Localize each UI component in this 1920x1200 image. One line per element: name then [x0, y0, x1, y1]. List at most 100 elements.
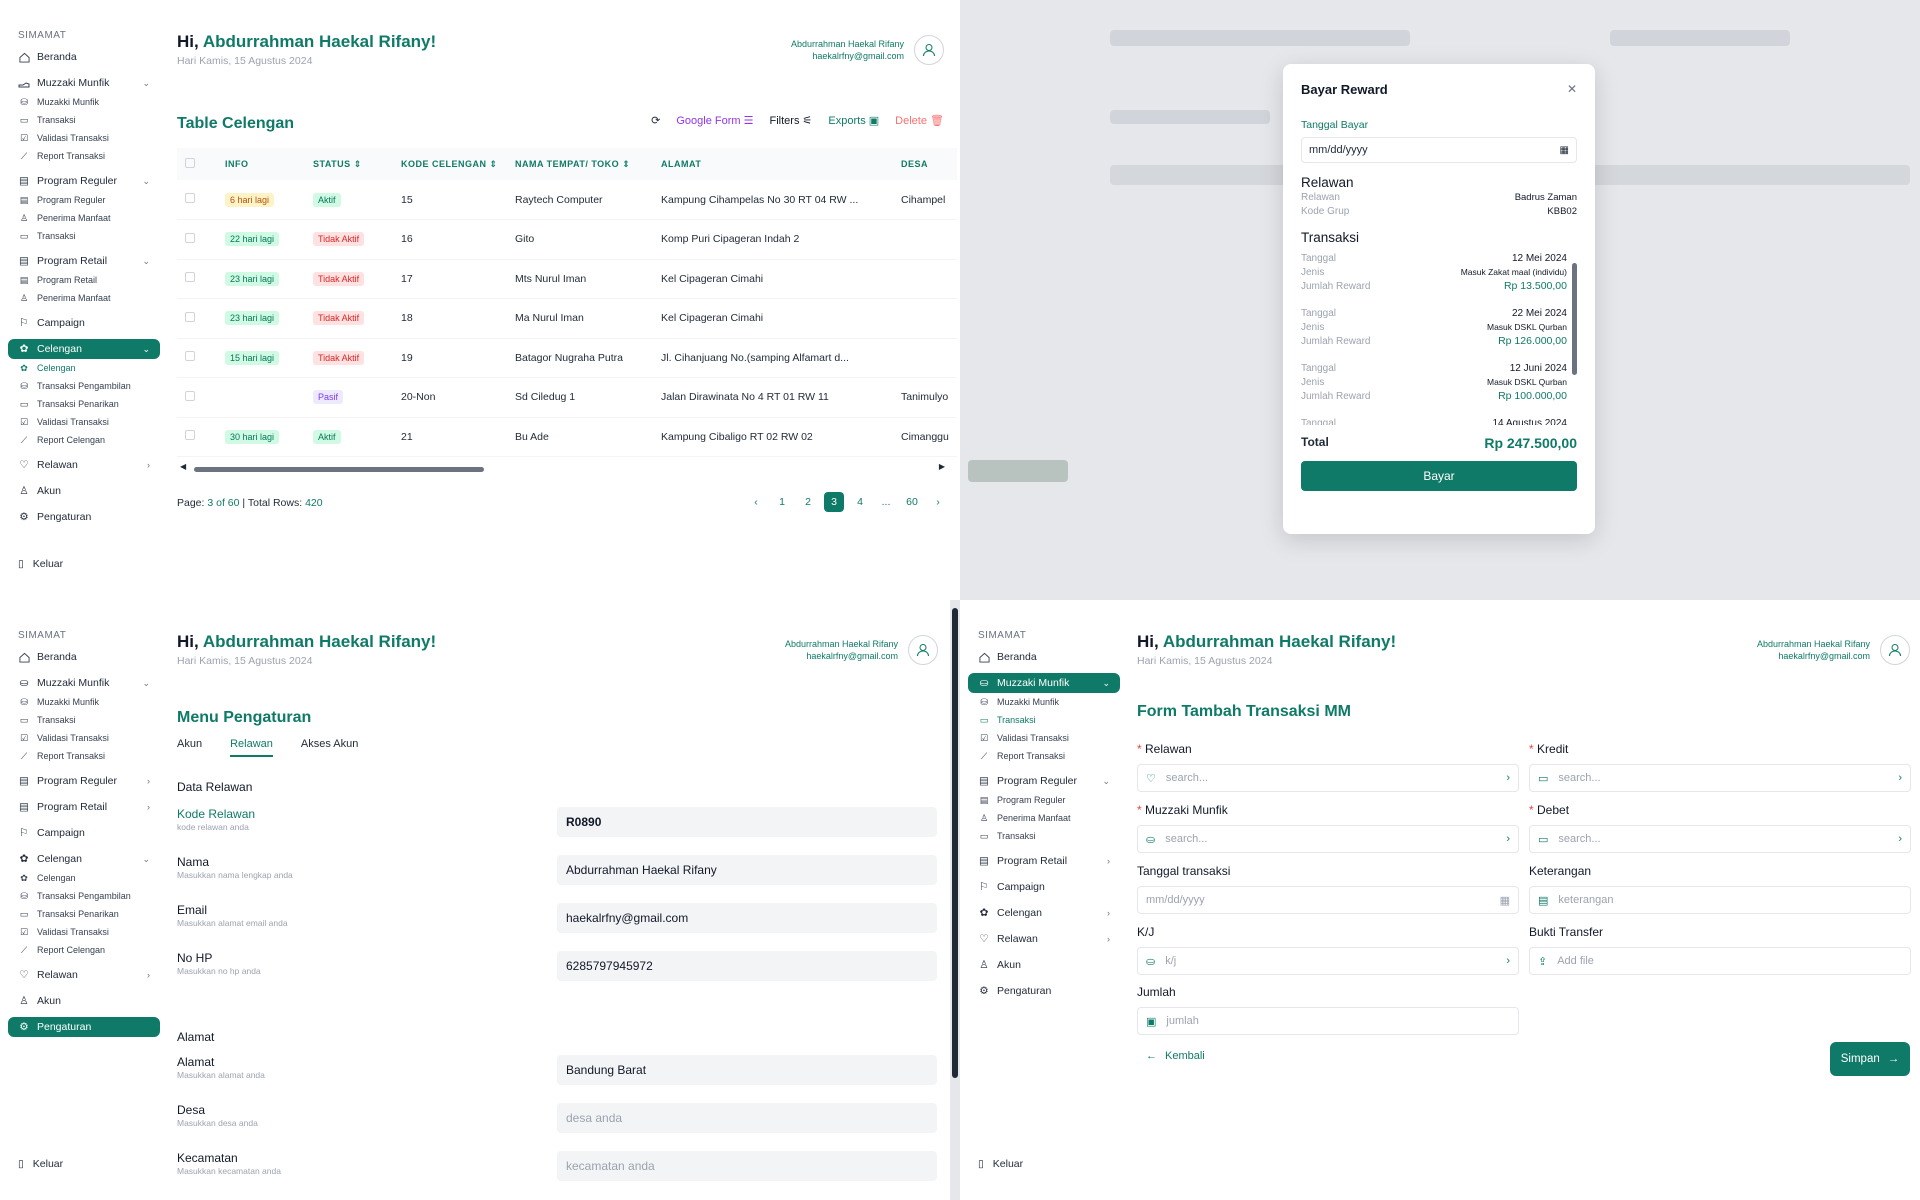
- sidebar-item-reguler[interactable]: ▤ Program Reguler ⌄: [8, 171, 160, 191]
- sidebar-sub-item[interactable]: ⟋ Report Transaksi: [8, 747, 160, 765]
- sidebar-item-campaign[interactable]: ⚐ Campaign: [8, 823, 160, 843]
- jumlah-input[interactable]: ▣ jumlah: [1137, 1007, 1519, 1035]
- tab-relawan[interactable]: Relawan: [230, 738, 273, 757]
- sidebar-item-muzzaki[interactable]: Muzzaki Munfik ⌄: [8, 73, 160, 93]
- vertical-scrollbar[interactable]: [1572, 251, 1577, 425]
- table-row[interactable]: 30 hari lagi Aktif 21 Bu Ade Kampung Cib…: [177, 417, 957, 457]
- sidebar-item-reguler[interactable]: ▤ Program Reguler ⌄: [968, 771, 1120, 791]
- next-page-icon[interactable]: ›: [928, 492, 948, 512]
- sidebar-sub-item[interactable]: ☑ Validasi Transaksi: [8, 729, 160, 747]
- sidebar-sub-item[interactable]: ⛁ Transaksi Pengambilan: [8, 377, 160, 395]
- sidebar-sub-item[interactable]: ⛁ Muzakki Munfik: [968, 693, 1120, 711]
- refresh-icon[interactable]: ⟳: [651, 114, 660, 127]
- sidebar-sub-item[interactable]: ☑ Validasi Transaksi: [8, 129, 160, 147]
- table-row[interactable]: 23 hari lagi Tidak Aktif 18 Ma Nurul Ima…: [177, 298, 957, 339]
- alamat-input[interactable]: Bandung Barat: [557, 1055, 937, 1085]
- sidebar-sub-item[interactable]: ♙ Penerima Manfaat: [8, 209, 160, 227]
- vertical-scrollbar[interactable]: [950, 600, 960, 1200]
- avatar[interactable]: [908, 635, 938, 665]
- sidebar-item-beranda[interactable]: Beranda: [8, 647, 160, 667]
- sidebar-sub-item[interactable]: ▭ Transaksi Penarikan: [8, 395, 160, 413]
- table-row[interactable]: 22 hari lagi Tidak Aktif 16 Gito Komp Pu…: [177, 219, 957, 260]
- kj-select[interactable]: ⛀ k/j ›: [1137, 947, 1519, 975]
- page-button[interactable]: 1: [772, 492, 792, 512]
- sidebar-item-relawan[interactable]: ♡ Relawan ›: [8, 965, 160, 985]
- sidebar-sub-item[interactable]: ▭ Transaksi Penarikan: [8, 905, 160, 923]
- sidebar-item-akun[interactable]: ♙ Akun: [8, 991, 160, 1011]
- tanggal-input[interactable]: mm/dd/yyyy ▦: [1137, 886, 1519, 914]
- file-upload[interactable]: ⇪ Add file: [1529, 947, 1911, 975]
- row-checkbox[interactable]: [185, 272, 195, 283]
- sidebar-sub-item[interactable]: ☑ Validasi Transaksi: [968, 729, 1120, 747]
- sidebar-sub-item[interactable]: ☑ Validasi Transaksi: [8, 413, 160, 431]
- sidebar-sub-item[interactable]: ▭ Transaksi: [8, 227, 160, 245]
- sidebar-sub-item[interactable]: ▤ Program Retail: [8, 271, 160, 289]
- row-checkbox[interactable]: [185, 311, 195, 322]
- relawan-select[interactable]: ♡ search... ›: [1137, 764, 1519, 792]
- sidebar-sub-item[interactable]: ♙ Penerima Manfaat: [968, 809, 1120, 827]
- keterangan-input[interactable]: ▤ keterangan: [1529, 886, 1911, 914]
- sidebar-sub-item[interactable]: ⟋ Report Celengan: [8, 941, 160, 959]
- sidebar-item-reguler[interactable]: ▤ Program Reguler ›: [8, 771, 160, 791]
- desa-input[interactable]: desa anda: [557, 1103, 937, 1133]
- row-checkbox[interactable]: [185, 351, 195, 362]
- sidebar-sub-item[interactable]: ⛁ Transaksi Pengambilan: [8, 887, 160, 905]
- sidebar-sub-item[interactable]: ⟋ Report Celengan: [8, 431, 160, 449]
- sidebar-item-retail[interactable]: ▤ Program Retail ⌄: [8, 251, 160, 271]
- sidebar-item-retail[interactable]: ▤ Program Retail ›: [968, 851, 1120, 871]
- calendar-icon[interactable]: ▦: [1500, 894, 1510, 907]
- filters-button[interactable]: Filters ⚟: [770, 114, 813, 127]
- sidebar-item-beranda[interactable]: Beranda: [8, 47, 160, 67]
- sidebar-item-relawan[interactable]: ♡ Relawan ›: [8, 455, 160, 475]
- sidebar-sub-item[interactable]: ▭ Transaksi: [8, 111, 160, 129]
- sidebar-sub-item[interactable]: ✿ Celengan: [8, 869, 160, 887]
- sidebar-item-akun[interactable]: ♙ Akun: [8, 481, 160, 501]
- save-button[interactable]: Simpan →: [1830, 1042, 1910, 1076]
- scroll-right-icon[interactable]: ▶: [939, 462, 945, 471]
- sidebar-sub-item[interactable]: ▤ Program Reguler: [968, 791, 1120, 809]
- logout-button[interactable]: ▯ Keluar: [18, 1158, 63, 1170]
- sidebar-sub-item[interactable]: ☑ Validasi Transaksi: [8, 923, 160, 941]
- scrollbar-thumb[interactable]: [1572, 263, 1577, 375]
- sidebar-item-campaign[interactable]: ⚐ Campaign: [8, 313, 160, 333]
- exports-button[interactable]: Exports ▣: [828, 114, 879, 127]
- sidebar-item-pengaturan[interactable]: ⚙ Pengaturan: [8, 1017, 160, 1037]
- sidebar-item-relawan[interactable]: ♡ Relawan ›: [968, 929, 1120, 949]
- tab-akun[interactable]: Akun: [177, 738, 202, 757]
- page-button[interactable]: ...: [876, 492, 896, 512]
- tab-akses-akun[interactable]: Akses Akun: [301, 738, 358, 757]
- table-row[interactable]: 23 hari lagi Tidak Aktif 17 Mts Nurul Im…: [177, 259, 957, 299]
- kecamatan-input[interactable]: kecamatan anda: [557, 1151, 937, 1181]
- sidebar-item-akun[interactable]: ♙ Akun: [968, 955, 1120, 975]
- sidebar-item-celengan[interactable]: ✿ Celengan ⌄: [8, 339, 160, 359]
- sidebar-item-pengaturan[interactable]: ⚙ Pengaturan: [968, 981, 1120, 1001]
- sidebar-sub-item[interactable]: ▭ Transaksi: [968, 827, 1120, 845]
- avatar[interactable]: [1880, 635, 1910, 665]
- col-nama[interactable]: NAMA TEMPAT/ TOKO ⇕: [507, 148, 653, 180]
- row-checkbox[interactable]: [185, 193, 195, 203]
- sidebar-sub-item[interactable]: ♙ Penerima Manfaat: [8, 289, 160, 307]
- page-button[interactable]: 3: [824, 492, 844, 512]
- muzzaki-select[interactable]: ⛀ search... ›: [1137, 825, 1519, 853]
- kode-relawan-input[interactable]: R0890: [557, 807, 937, 837]
- bayar-button[interactable]: Bayar: [1301, 461, 1577, 491]
- no-hp-input[interactable]: 6285797945972: [557, 951, 937, 981]
- delete-button[interactable]: Delete 🗑: [895, 114, 944, 127]
- row-checkbox[interactable]: [185, 390, 195, 401]
- sidebar-sub-item[interactable]: ⟋ Report Transaksi: [968, 747, 1120, 765]
- nama-input[interactable]: Abdurrahman Haekal Rifany: [557, 855, 937, 885]
- sidebar-sub-item[interactable]: ⟋ Report Transaksi: [8, 147, 160, 165]
- sidebar-sub-item[interactable]: ⛁ Muzakki Munfik: [8, 93, 160, 111]
- email-input[interactable]: haekalrfny@gmail.com: [557, 903, 937, 933]
- kredit-select[interactable]: ▭ search... ›: [1529, 764, 1911, 792]
- logout-button[interactable]: ▯ Keluar: [978, 1158, 1023, 1170]
- sidebar-item-retail[interactable]: ▤ Program Retail ›: [8, 797, 160, 817]
- back-button[interactable]: ← Kembali: [1146, 1050, 1205, 1062]
- close-icon[interactable]: ✕: [1567, 82, 1577, 96]
- scrollbar-thumb[interactable]: [194, 467, 484, 472]
- debet-select[interactable]: ▭ search... ›: [1529, 825, 1911, 853]
- page-button[interactable]: 2: [798, 492, 818, 512]
- sidebar-sub-item-celengan[interactable]: ✿ Celengan: [8, 359, 160, 377]
- sidebar-item-celengan[interactable]: ✿ Celengan ⌄: [8, 849, 160, 869]
- row-checkbox[interactable]: [185, 430, 195, 441]
